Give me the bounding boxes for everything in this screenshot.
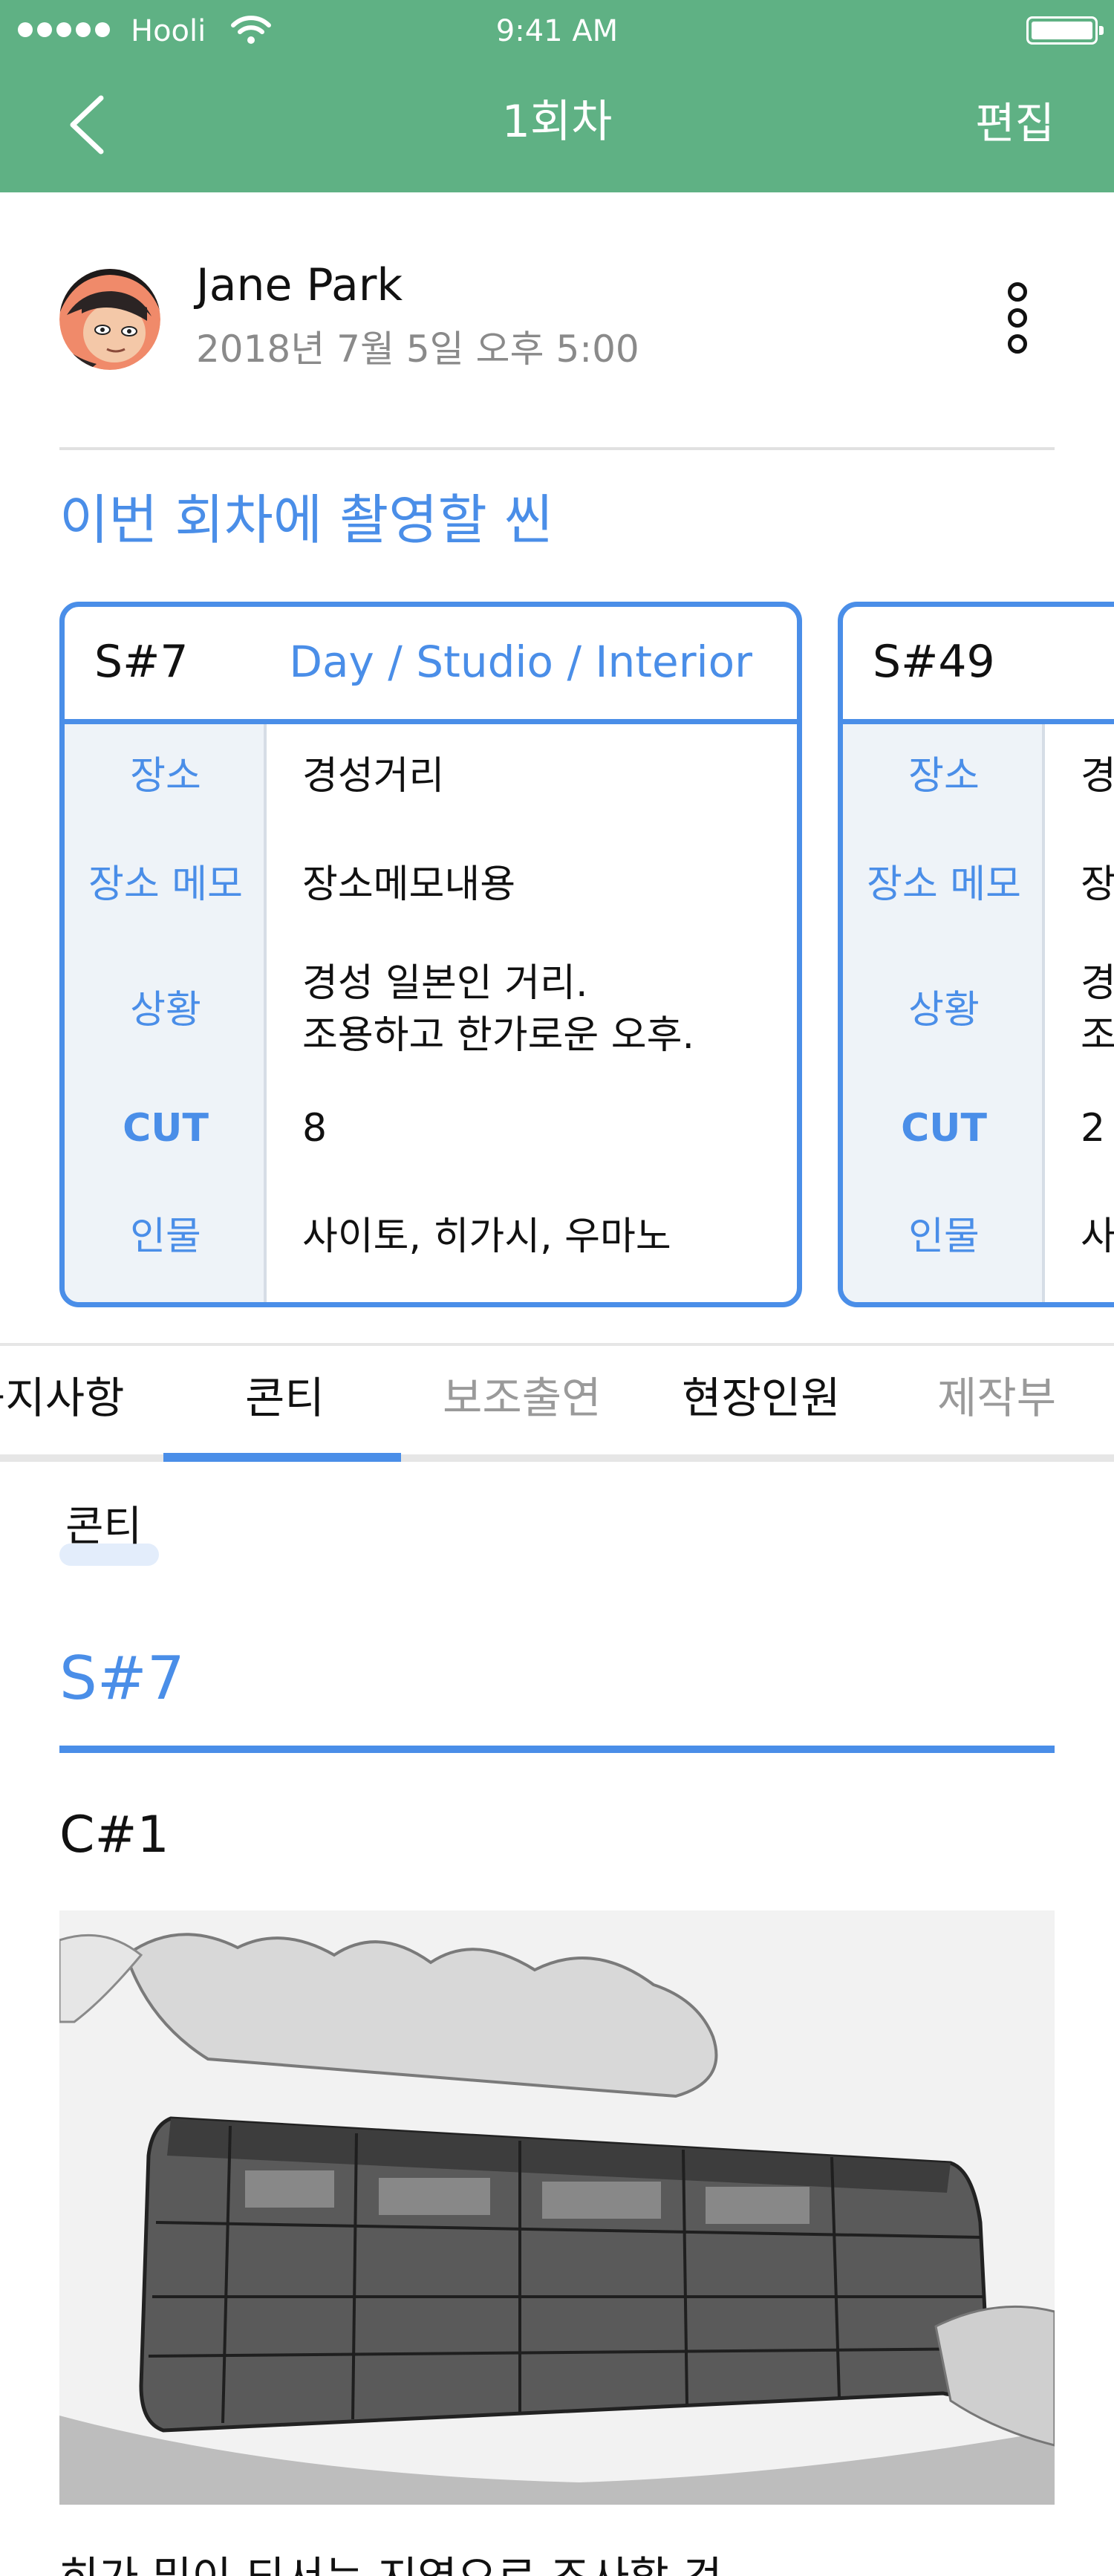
status-bar: Hooli 9:41 AM xyxy=(0,0,1114,59)
scene-card-carousel[interactable]: S#7 Day / Studio / Interior 장소 경성거리 장소 메… xyxy=(0,602,1114,1307)
scene-tag: Day / Studio / Interior xyxy=(289,637,752,687)
row-label: 상황 xyxy=(908,988,980,1032)
storyboard-image[interactable] xyxy=(59,1910,1055,2505)
scene-row-location: 장소 경성거리 xyxy=(65,739,797,813)
scene-card-header: S#7 Day / Studio / Interior xyxy=(65,607,797,724)
scene-row-location: 장소 경 xyxy=(843,739,1114,813)
tab-storyboard[interactable]: 콘티 xyxy=(245,1368,325,1428)
row-value-line: 경 xyxy=(1081,961,1114,1006)
scene-row-situation: 상황 경성 일본인 거리. 조용하고 한가로운 오후. xyxy=(65,947,797,1073)
edit-button[interactable]: 편집 xyxy=(975,94,1055,153)
scene-heading: S#7 xyxy=(59,1644,185,1713)
avatar[interactable] xyxy=(59,269,160,370)
row-value: 장 xyxy=(1081,862,1114,907)
row-value: 2 xyxy=(1081,1106,1106,1151)
row-value: 경성거리 xyxy=(302,754,445,799)
scene-heading-underline xyxy=(59,1746,1055,1753)
cut-heading: C#1 xyxy=(59,1806,169,1864)
row-label: 장소 xyxy=(130,754,201,799)
row-label: 장소 메모 xyxy=(867,862,1021,907)
row-label: 인물 xyxy=(908,1214,980,1259)
scene-card[interactable]: S#49 장소 경 장소 메모 장 상황 경 조 CUT 2 인물 사 xyxy=(838,602,1114,1307)
scene-card-header: S#49 xyxy=(843,607,1114,724)
scene-card[interactable]: S#7 Day / Studio / Interior 장소 경성거리 장소 메… xyxy=(59,602,802,1307)
row-value-line: 조용하고 한가로운 오후. xyxy=(302,1013,694,1058)
tab-notice[interactable]: 공지사항 xyxy=(0,1368,124,1428)
battery-icon xyxy=(1026,16,1104,45)
row-value: 사이토, 히가시, 우마노 xyxy=(302,1214,671,1259)
status-time: 9:41 AM xyxy=(495,14,619,48)
author-name: Jane Park xyxy=(196,259,403,311)
scene-row-characters: 인물 사 xyxy=(843,1200,1114,1274)
category-chip: 콘티 xyxy=(65,1503,143,1551)
row-value: 8 xyxy=(302,1106,328,1151)
divider xyxy=(59,447,1055,450)
scene-card-body: 장소 경 장소 메모 장 상황 경 조 CUT 2 인물 사 xyxy=(843,724,1114,1302)
row-value: 장소메모내용 xyxy=(302,862,516,907)
row-value: 사 xyxy=(1081,1214,1114,1259)
scene-row-location-memo: 장소 메모 장소메모내용 xyxy=(65,848,797,922)
scene-number: S#7 xyxy=(94,636,189,688)
row-value-line: 조 xyxy=(1081,1013,1114,1058)
cut-description: 히가 밑이 되서는 지역으로 조사할 것 xyxy=(59,2548,723,2576)
tab-production[interactable]: 제작부 xyxy=(937,1368,1056,1428)
scene-row-situation: 상황 경 조 xyxy=(843,947,1114,1073)
row-label: 인물 xyxy=(130,1214,201,1259)
navigation-header: Hooli 9:41 AM 1회차 편집 xyxy=(0,0,1114,192)
scene-row-cut: CUT 2 xyxy=(843,1091,1114,1165)
more-options-icon[interactable] xyxy=(995,282,1040,365)
tab-extras[interactable]: 보조출연 xyxy=(443,1368,601,1428)
scene-number: S#49 xyxy=(873,636,995,688)
row-label: 장소 메모 xyxy=(88,862,243,907)
scene-row-location-memo: 장소 메모 장 xyxy=(843,848,1114,922)
section-title: 이번 회차에 촬영할 씬 xyxy=(59,489,553,551)
page-title: 1회차 xyxy=(501,96,613,148)
tabs-divider xyxy=(0,1343,1114,1346)
tab-crew[interactable]: 현장인원 xyxy=(682,1368,840,1428)
scene-card-body: 장소 경성거리 장소 메모 장소메모내용 상황 경성 일본인 거리. 조용하고 … xyxy=(65,724,797,1302)
row-label: CUT xyxy=(901,1106,987,1151)
row-value: 경 xyxy=(1081,754,1114,799)
post-date: 2018년 7월 5일 오후 5:00 xyxy=(196,328,639,371)
active-tab-indicator xyxy=(163,1453,401,1462)
scene-row-characters: 인물 사이토, 히가시, 우마노 xyxy=(65,1200,797,1274)
row-value-line: 경성 일본인 거리. xyxy=(302,961,588,1006)
row-label: 상황 xyxy=(130,988,201,1032)
row-label: 장소 xyxy=(908,754,980,799)
scene-row-cut: CUT 8 xyxy=(65,1091,797,1165)
row-label: CUT xyxy=(123,1106,209,1151)
